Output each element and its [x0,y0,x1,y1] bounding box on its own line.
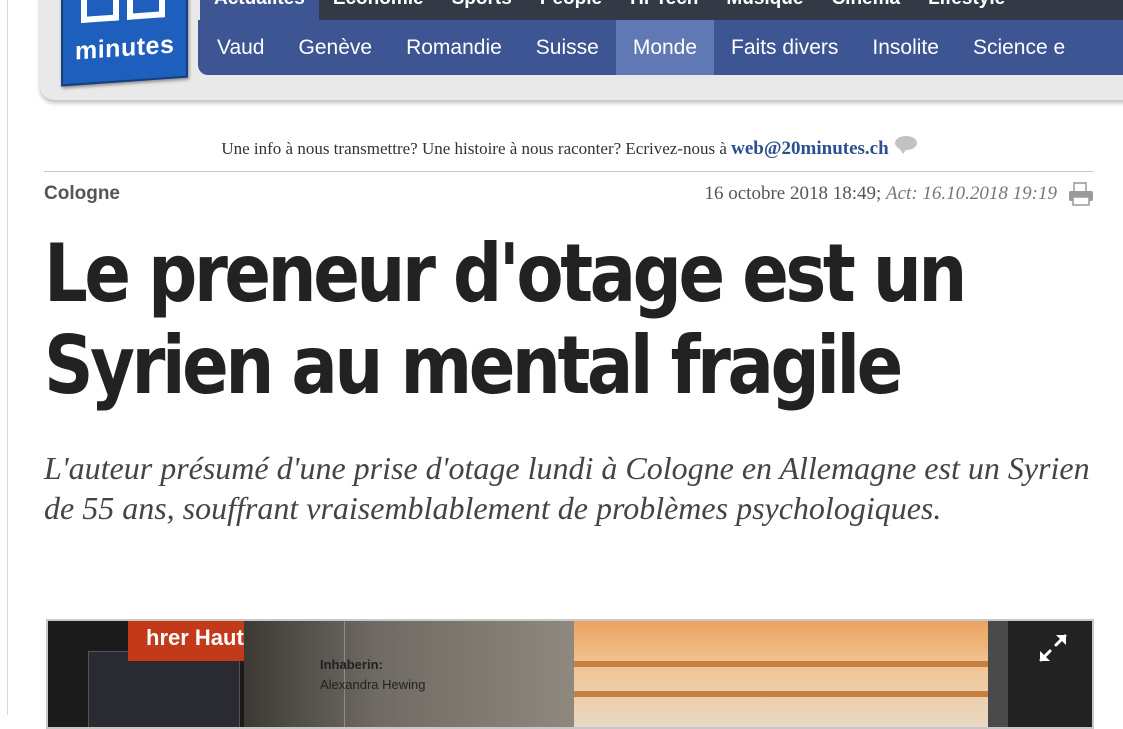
image-pillar [988,621,1008,727]
article-dateline: 16 octobre 2018 18:49; Act: 16.10.2018 1… [704,183,1057,205]
top-navigation: Actualités Economie Sports People Hi-Tec… [200,0,1123,20]
subnav-item-monde[interactable]: Monde [615,20,715,75]
topnav-item-hitech[interactable]: Hi-Tech [616,0,712,20]
topnav-item-people[interactable]: People [526,0,616,20]
topnav-item-actualites[interactable]: Actualités [200,0,319,20]
page-left-border [7,0,8,715]
comment-bubble-icon[interactable] [894,136,917,154]
news-tip-text: Une info à nous transmettre? Une histoir… [221,139,732,158]
news-tip-banner: Une info à nous transmettre? Une histoir… [44,136,1094,160]
image-shelf [574,661,1004,667]
image-sign-text: hrer Haut [146,625,244,650]
subnav-item-geneve[interactable]: Genève [282,20,390,75]
topnav-item-lifestyle[interactable]: Lifestyle [914,0,1019,20]
article-image[interactable]: hrer Haut Inhaberin: Alexandra Hewing [46,619,1094,729]
article-category[interactable]: Cologne [44,183,120,205]
image-shop-interior [574,621,1004,727]
image-dark-panel [88,651,240,727]
logo-wordmark: minutes [75,30,175,66]
topnav-item-sports[interactable]: Sports [438,0,526,20]
section-navigation: Vaud Genève Romandie Suisse Monde Faits … [198,20,1123,75]
print-icon[interactable] [1068,182,1094,206]
image-window-text-2: Alexandra Hewing [320,677,426,692]
image-shelf [574,691,1004,697]
headline-line-2: Syrien au mental fragile [44,319,903,412]
subnav-item-suisse[interactable]: Suisse [519,20,616,75]
topnav-item-cinema[interactable]: Cinéma [817,0,914,20]
article-headline: Le preneur d'otage est un Syrien au ment… [44,227,967,412]
subnav-item-romandie[interactable]: Romandie [389,20,519,75]
topnav-item-economie[interactable]: Economie [319,0,438,20]
logo-number-graphic [81,0,171,29]
published-date: 16 octobre 2018 18:49; [704,183,882,204]
subnav-item-faits-divers[interactable]: Faits divers [714,20,855,75]
image-shop-window: Inhaberin: Alexandra Hewing [244,621,574,727]
site-logo[interactable]: minutes [61,0,188,87]
headline-line-1: Le preneur d'otage est un [44,227,967,320]
updated-date: Act: 16.10.2018 19:19 [886,183,1057,204]
topnav-item-musique[interactable]: Musique [712,0,817,20]
divider [44,171,1094,172]
image-window-text-1: Inhaberin: [320,657,383,672]
subnav-item-insolite[interactable]: Insolite [855,20,956,75]
image-glass-crack [254,621,345,727]
news-tip-email-link[interactable]: web@20minutes.ch [731,138,889,159]
expand-icon[interactable] [1036,631,1070,665]
article-lead: L'auteur présumé d'une prise d'otage lun… [44,450,1090,526]
subnav-item-vaud[interactable]: Vaud [198,20,282,75]
subnav-item-science[interactable]: Science e [956,20,1082,75]
